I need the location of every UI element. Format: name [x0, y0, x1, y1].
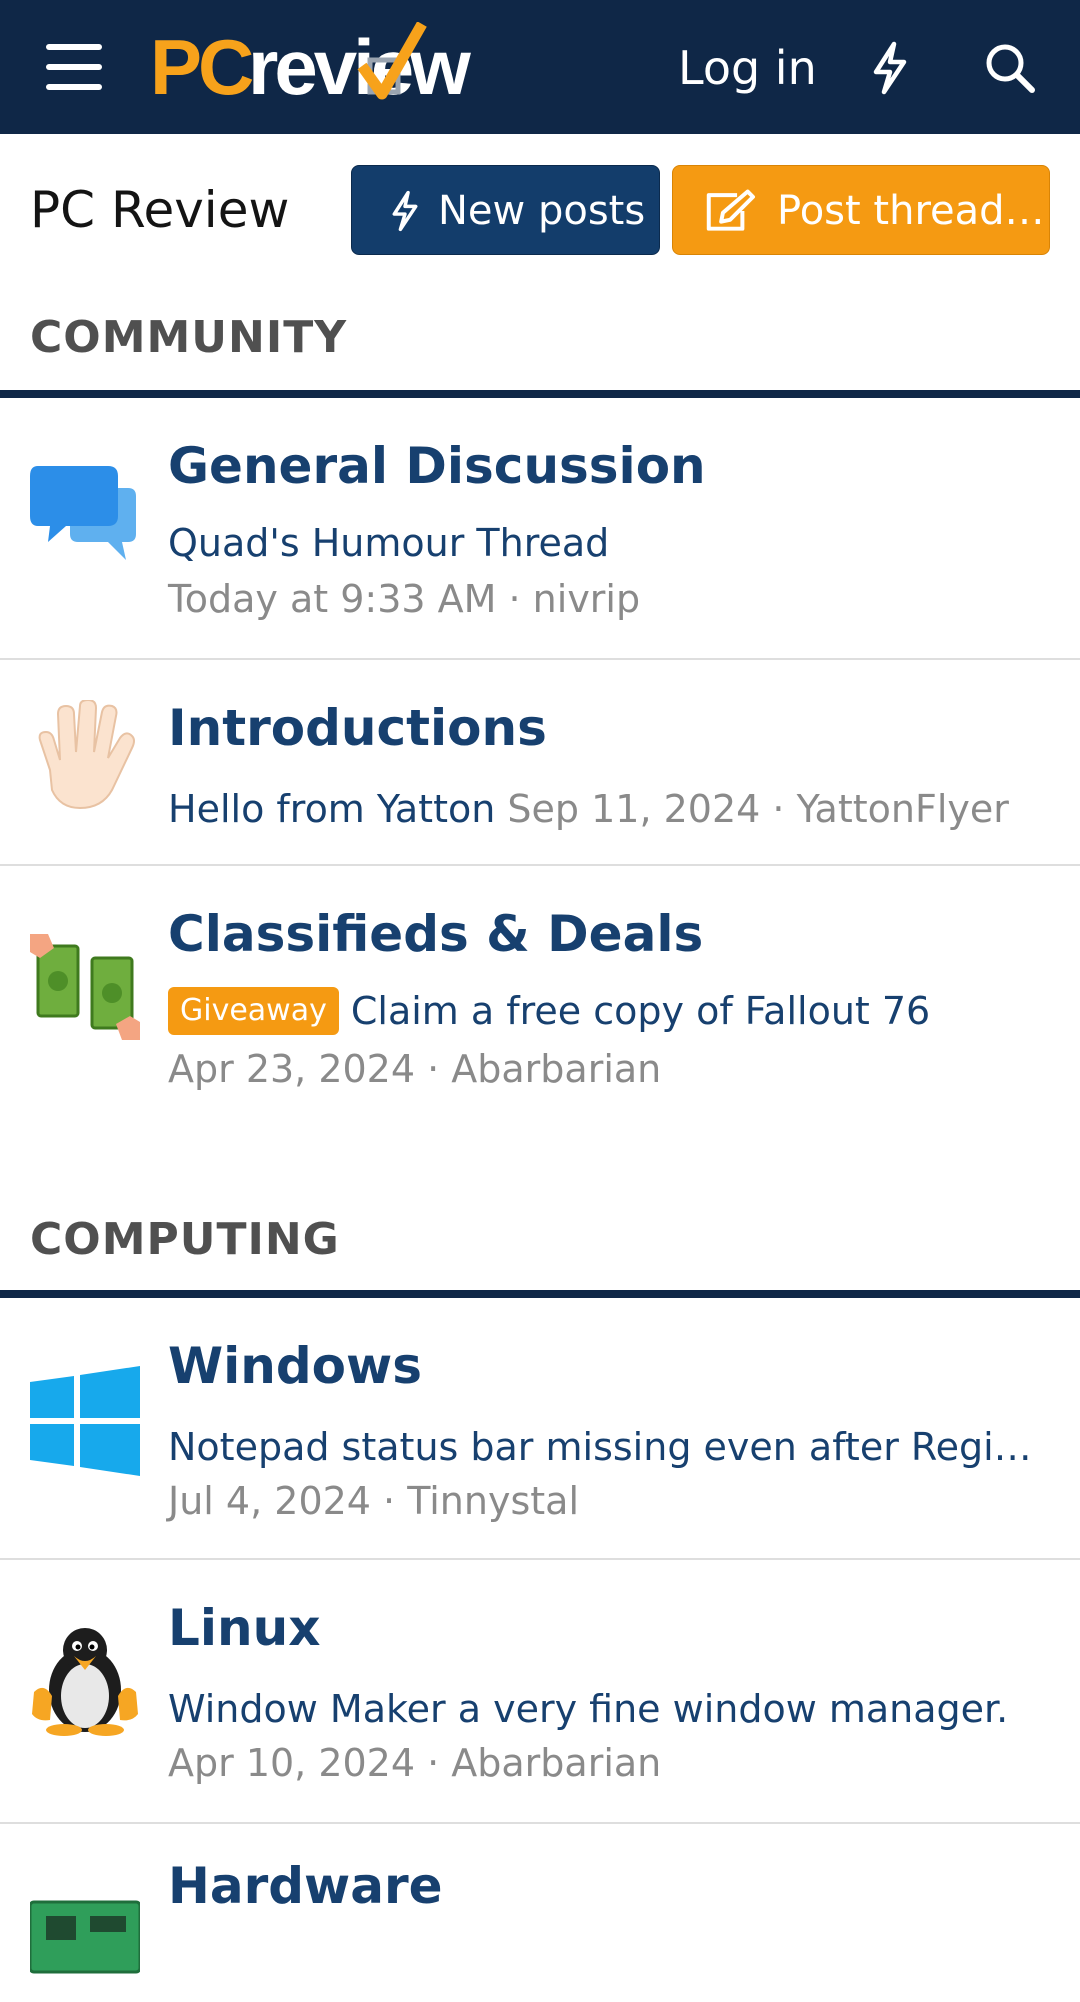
post-thread-button[interactable]: Post thread… — [672, 165, 1050, 255]
last-post-meta[interactable]: Apr 23, 2024 · Abarbarian — [168, 1044, 661, 1094]
last-post-line: Hello from Yatton Sep 11, 2024 · YattonF… — [168, 784, 1009, 834]
last-post-meta[interactable]: Apr 10, 2024 · Abarbarian — [168, 1738, 661, 1788]
section-divider — [0, 1290, 1080, 1298]
lightning-icon — [392, 190, 418, 232]
logo-pc-text: PC — [150, 23, 254, 111]
checkmark-icon — [357, 22, 427, 100]
forum-title[interactable]: Windows — [168, 1334, 422, 1398]
last-post-meta[interactable]: Jul 4, 2024 · Tinnystal — [168, 1476, 579, 1526]
section-header-community[interactable]: COMMUNITY — [0, 300, 1080, 400]
search-icon[interactable] — [980, 38, 1040, 98]
forum-node-classifieds-deals[interactable]: Classifieds & Deals Giveaway Claim a free… — [0, 866, 1080, 1122]
forum-title[interactable]: Hardware — [168, 1854, 443, 1918]
giveaway-prefix-badge[interactable]: Giveaway — [168, 987, 339, 1035]
page-title-bar: PC Review New posts Post thread… — [0, 134, 1080, 284]
edit-icon — [706, 189, 755, 231]
last-thread-link[interactable]: Window Maker a very fine window manager. — [168, 1684, 1008, 1734]
forum-title[interactable]: Linux — [168, 1596, 320, 1660]
last-post-meta[interactable]: Sep 11, 2024 · YattonFlyer — [507, 787, 1008, 831]
forum-node-hardware[interactable]: Hardware — [0, 1824, 1080, 1974]
linux-penguin-icon — [32, 1628, 138, 1736]
last-thread-link[interactable]: Quad's Humour Thread — [168, 518, 609, 568]
menu-icon[interactable] — [46, 44, 102, 90]
circuit-board-icon — [30, 1900, 140, 1974]
windows-logo-icon — [30, 1366, 140, 1476]
forum-node-general-discussion[interactable]: General Discussion Quad's Humour Thread … — [0, 398, 1080, 660]
forum-title[interactable]: Classifieds & Deals — [168, 902, 703, 966]
last-post-line: Giveaway Claim a free copy of Fallout 76 — [168, 986, 930, 1036]
money-exchange-icon — [30, 934, 140, 1040]
speech-bubbles-icon — [30, 466, 136, 560]
section-title: COMMUNITY — [30, 312, 348, 363]
forum-title[interactable]: Introductions — [168, 696, 547, 760]
post-thread-label: Post thread… — [777, 188, 1045, 234]
forum-node-windows[interactable]: Windows Notepad status bar missing even … — [0, 1298, 1080, 1560]
last-thread-link[interactable]: Claim a free copy of Fallout 76 — [351, 989, 930, 1033]
last-post-meta[interactable]: Today at 9:33 AM · nivrip — [168, 574, 640, 624]
waving-hand-icon — [38, 700, 135, 810]
new-posts-button[interactable]: New posts — [351, 165, 660, 255]
page-title: PC Review — [30, 181, 290, 239]
forum-node-introductions[interactable]: Introductions Hello from Yatton Sep 11, … — [0, 660, 1080, 866]
login-link[interactable]: Log in — [678, 38, 817, 98]
last-thread-link[interactable]: Notepad status bar missing even after Re… — [168, 1422, 1048, 1472]
site-logo[interactable]: PC review — [150, 22, 530, 111]
forum-node-linux[interactable]: Linux Window Maker a very fine window ma… — [0, 1560, 1080, 1824]
lightning-icon[interactable] — [860, 38, 920, 98]
top-navigation-bar: PC review Log in — [0, 0, 1080, 134]
section-header-computing[interactable]: COMPUTING — [0, 1202, 1080, 1302]
last-thread-link[interactable]: Hello from Yatton — [168, 787, 495, 831]
forum-title[interactable]: General Discussion — [168, 434, 706, 498]
new-posts-label: New posts — [438, 188, 646, 234]
section-divider — [0, 390, 1080, 398]
section-title: COMPUTING — [30, 1214, 340, 1265]
